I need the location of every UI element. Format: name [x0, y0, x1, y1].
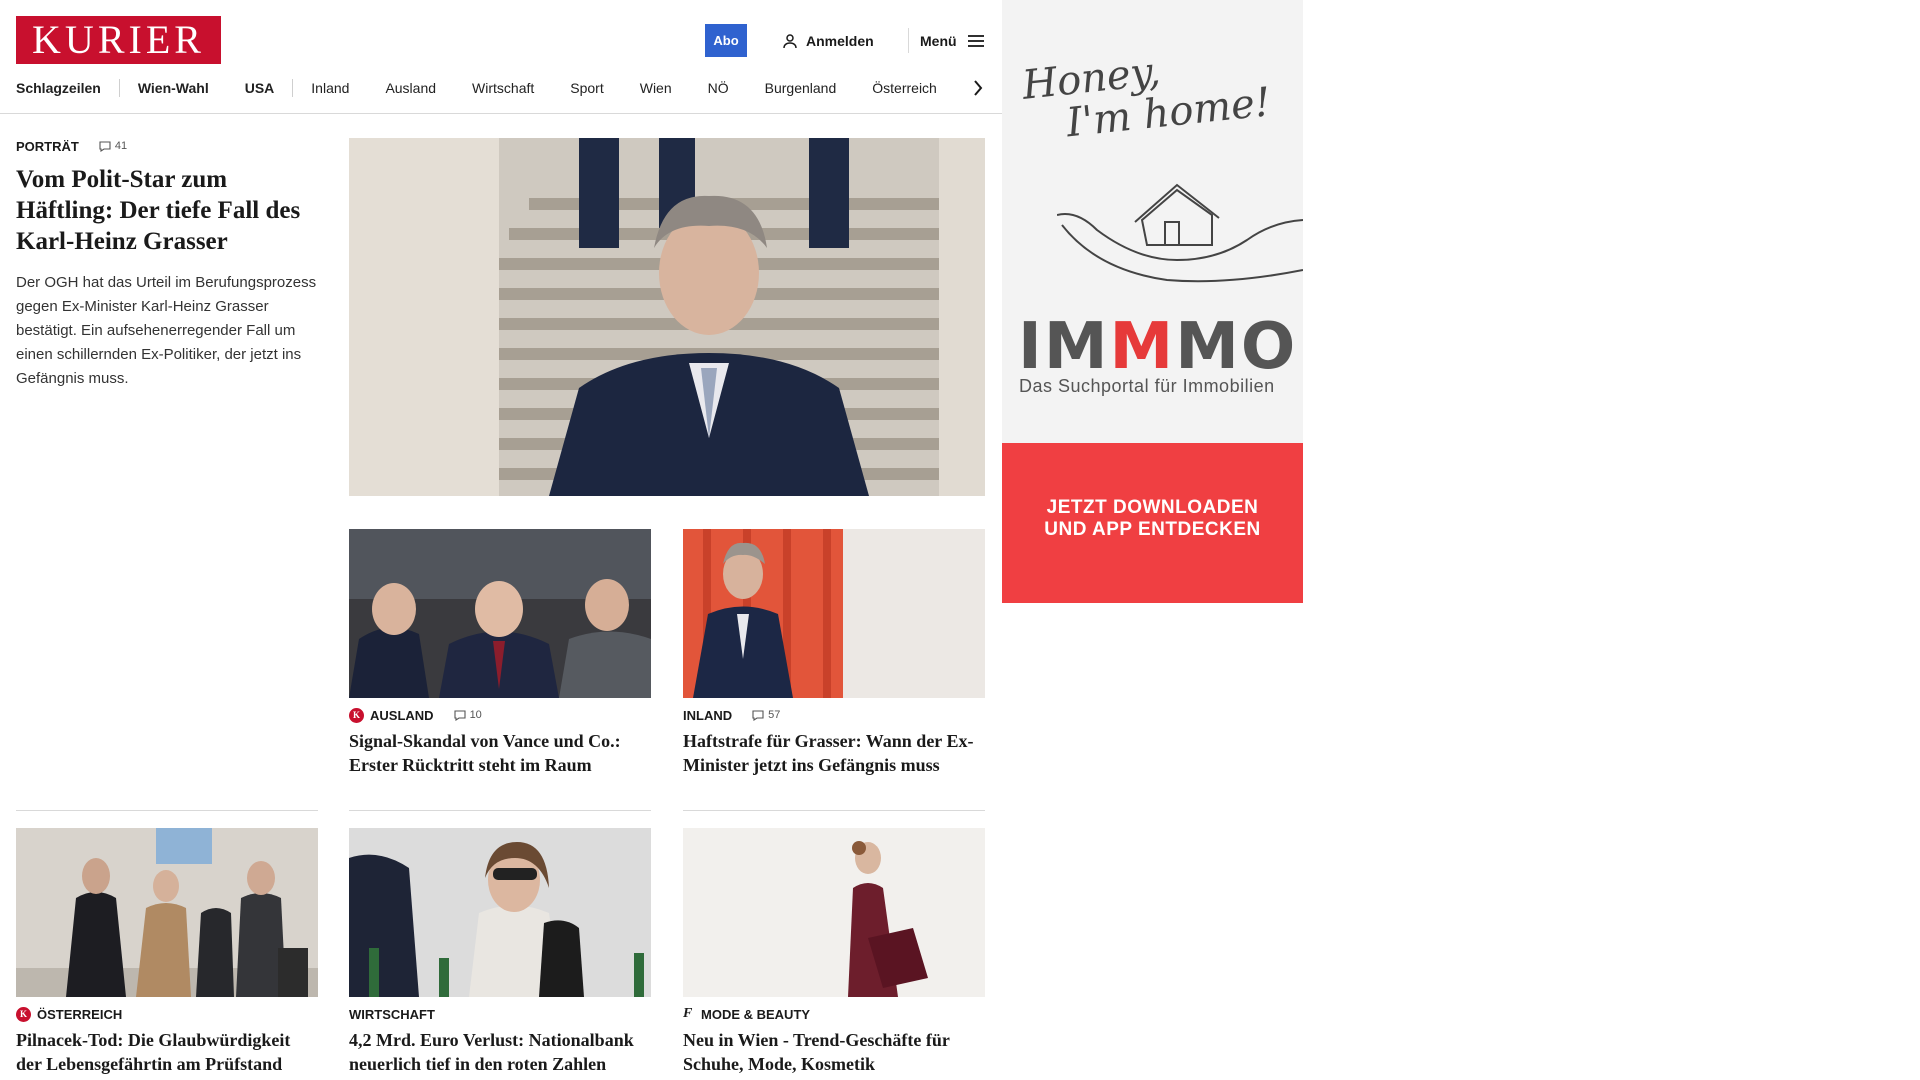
comment-count[interactable]: 10: [454, 709, 482, 721]
comment-icon: [454, 709, 466, 721]
comment-count[interactable]: 41: [99, 140, 127, 152]
nav-item-schlagzeilen[interactable]: Schlagzeilen: [16, 76, 119, 100]
comment-icon: [99, 140, 111, 152]
kicker-label: AUSLAND: [370, 707, 434, 723]
nav-item-noe[interactable]: NÖ: [690, 76, 747, 100]
ad-subline: Das Suchportal für Immobilien: [1019, 376, 1275, 396]
article-image[interactable]: [16, 828, 318, 997]
section-nav: Schlagzeilen Wien-Wahl USA Inland Auslan…: [16, 76, 955, 100]
comment-count-value: 41: [114, 140, 128, 152]
nav-scroll-right-button[interactable]: [968, 76, 988, 100]
article-kicker: WIRTSCHAFT: [349, 1006, 651, 1022]
row-divider: [683, 810, 985, 811]
ad-brand-highlight: M: [1109, 310, 1176, 384]
kicker-label: INLAND: [683, 707, 733, 723]
article-card[interactable]: K ÖSTERREICH Pilnacek-Tod: Die Glaubwürd…: [16, 828, 318, 1076]
article-teaser: Der OGH hat das Urteil im Berufungsproze…: [16, 274, 317, 387]
article-photo: [349, 529, 651, 698]
ad-cta-line: JETZT DOWNLOADEN: [1046, 497, 1259, 518]
immmo-advertisement[interactable]: Honey, I'm home! IMMMO Das Suchportal fü…: [1002, 0, 1303, 603]
kicker-label: WIRTSCHAFT: [349, 1006, 435, 1022]
comment-icon: [752, 709, 764, 721]
ad-brand-part: IM: [1018, 310, 1110, 384]
article-image[interactable]: [683, 828, 985, 997]
login-label: Anmelden: [806, 33, 874, 49]
kurier-plus-icon: K: [16, 1006, 31, 1022]
nav-item-sport[interactable]: Sport: [552, 76, 621, 100]
hamburger-icon: [967, 35, 984, 47]
house-in-hand-icon: [1057, 183, 1303, 283]
kurier-plus-icon: K: [349, 707, 364, 723]
nav-item-ausland[interactable]: Ausland: [367, 76, 454, 100]
site-header: KURIER Abo Anmelden Menü Schlagzeilen Wi…: [0, 0, 1002, 114]
article-kicker: PORTRÄT 41: [16, 138, 318, 154]
kicker-label: PORTRÄT: [16, 138, 79, 154]
article-image[interactable]: [349, 828, 651, 997]
article-kicker: f MODE & BEAUTY: [683, 1006, 985, 1022]
ad-cta-button[interactable]: JETZT DOWNLOADEN UND APP ENTDECKEN: [1002, 443, 1303, 603]
nav-item-burgenland[interactable]: Burgenland: [747, 76, 855, 100]
kicker-label: ÖSTERREICH: [37, 1006, 123, 1022]
login-button[interactable]: Anmelden: [782, 30, 874, 52]
nav-item-wirtschaft[interactable]: Wirtschaft: [454, 76, 552, 100]
abo-button[interactable]: Abo: [705, 24, 747, 57]
kurier-logo[interactable]: KURIER: [16, 16, 221, 64]
user-icon: [783, 34, 797, 49]
article-photo: [349, 828, 651, 997]
article-image[interactable]: [683, 529, 985, 698]
comment-count-value: 10: [469, 709, 482, 721]
menu-button[interactable]: Menü: [920, 30, 985, 52]
ad-cta-line: UND APP ENTDECKEN: [1044, 519, 1261, 540]
lead-article-image[interactable]: [349, 138, 985, 496]
article-photo: [683, 828, 985, 997]
article-image[interactable]: [349, 529, 651, 698]
comment-count[interactable]: 57: [752, 709, 780, 721]
nav-item-inland[interactable]: Inland: [293, 76, 367, 100]
row-divider: [349, 810, 651, 811]
menu-label: Menü: [920, 33, 957, 49]
ad-script-text: Honey, I'm home!: [1020, 39, 1273, 148]
lead-photo: [349, 138, 985, 496]
row-divider: [16, 810, 318, 811]
article-headline[interactable]: Vom Polit-Star zum Häftling: Der tiefe F…: [16, 164, 318, 257]
immmo-logo: IMMMO: [1018, 310, 1297, 384]
freizeit-icon: f: [683, 1006, 693, 1021]
article-card[interactable]: INLAND 57 Haftstrafe für Grasser: Wann d…: [683, 529, 985, 777]
article-kicker: INLAND 57: [683, 707, 985, 723]
article-photo: [683, 529, 985, 698]
chevron-right-icon: [974, 80, 983, 96]
article-headline[interactable]: 4,2 Mrd. Euro Verlust: Nationalbank neue…: [349, 1028, 651, 1076]
article-card[interactable]: WIRTSCHAFT 4,2 Mrd. Euro Verlust: Nation…: [349, 828, 651, 1076]
article-headline[interactable]: Signal-Skandal von Vance und Co.: Erster…: [349, 729, 651, 777]
comment-count-value: 57: [768, 709, 781, 721]
nav-item-oesterreich[interactable]: Österreich: [854, 76, 955, 100]
nav-item-usa[interactable]: USA: [227, 76, 293, 100]
nav-item-wien-wahl[interactable]: Wien-Wahl: [120, 76, 227, 100]
article-headline[interactable]: Neu in Wien - Trend-Geschäfte für Schuhe…: [683, 1028, 985, 1076]
article-kicker: K AUSLAND 10: [349, 707, 651, 723]
article-photo: [16, 828, 318, 997]
lead-article[interactable]: PORTRÄT 41 Vom Polit-Star zum Häftling: …: [16, 138, 318, 391]
header-divider: [908, 28, 909, 53]
nav-item-wien[interactable]: Wien: [622, 76, 690, 100]
article-card[interactable]: K AUSLAND 10 Signal-Skandal von Vance un…: [349, 529, 651, 777]
article-card[interactable]: f MODE & BEAUTY Neu in Wien - Trend-Gesc…: [683, 828, 985, 1076]
article-headline[interactable]: Pilnacek-Tod: Die Glaubwürdigkeit der Le…: [16, 1028, 318, 1076]
article-headline[interactable]: Haftstrafe für Grasser: Wann der Ex-Mini…: [683, 729, 985, 777]
article-kicker: K ÖSTERREICH: [16, 1006, 318, 1022]
kicker-label: MODE & BEAUTY: [701, 1006, 811, 1022]
ad-visual: Honey, I'm home! IMMMO Das Suchportal fü…: [1002, 0, 1303, 443]
ad-brand-part: MO: [1175, 310, 1298, 384]
